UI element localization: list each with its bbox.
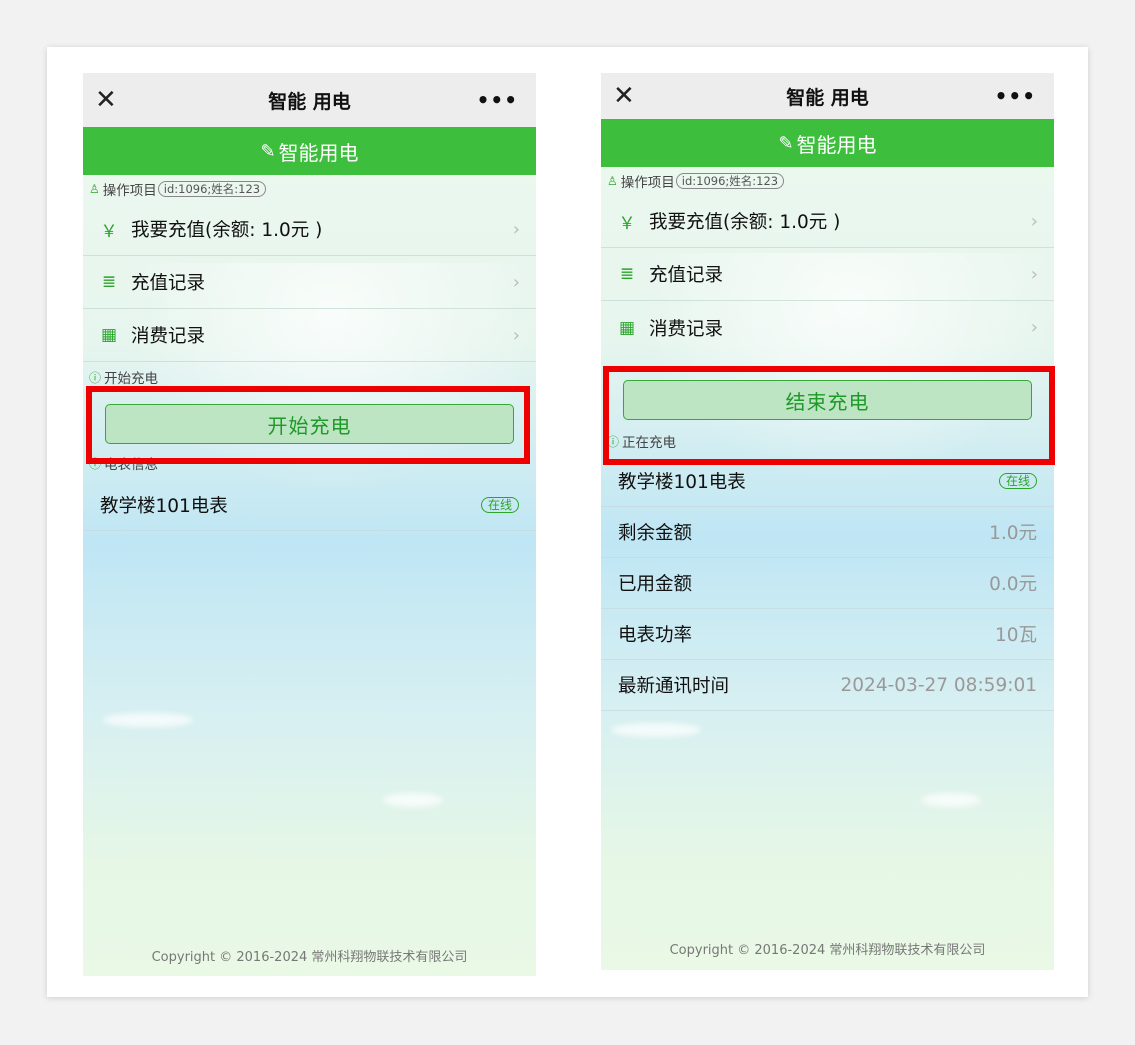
detail-row-last-comm: 最新通讯时间 2024-03-27 08:59:01 xyxy=(601,660,1054,711)
detail-label: 剩余金额 xyxy=(618,523,693,544)
project-section-header: ♙ 操作项目 id:1096;姓名:123 xyxy=(83,175,536,203)
copyright: Copyright © 2016-2024 常州科翔物联技术有限公司 xyxy=(669,943,986,958)
project-label: 操作项目 xyxy=(102,183,157,199)
app-banner: ✎ 智能用电 xyxy=(83,127,536,175)
detail-label: 已用金额 xyxy=(618,574,693,595)
chevron-right-icon: › xyxy=(1030,210,1038,232)
table-icon: ▦ xyxy=(100,325,118,345)
user-icon: ♙ xyxy=(89,182,100,196)
banner-title: 智能用电 xyxy=(278,140,359,165)
chevron-right-icon: › xyxy=(512,271,520,293)
status-badge: 在线 xyxy=(480,496,519,513)
nav-title: 智能 用电 xyxy=(786,86,869,109)
meter-name: 教学楼101电表 xyxy=(618,471,746,493)
detail-label: 电表功率 xyxy=(618,625,693,646)
detail-value: 2024-03-27 08:59:01 xyxy=(840,674,1037,696)
menu-recharge-records[interactable]: ≣ 充值记录 › xyxy=(601,248,1054,301)
meter-row[interactable]: 教学楼101电表 在线 xyxy=(83,479,536,531)
menu-consumption-records[interactable]: ▦ 消费记录 › xyxy=(601,301,1054,354)
clipboard-icon: ≣ xyxy=(619,264,635,284)
project-section-header: ♙ 操作项目 id:1096;姓名:123 xyxy=(601,167,1054,195)
nav-title: 智能 用电 xyxy=(268,90,351,113)
detail-value: 0.0元 xyxy=(989,574,1037,595)
info-icon: ⓘ xyxy=(89,370,102,385)
charge-section-label: 开始充电 xyxy=(104,371,159,387)
yuan-icon: ￥ xyxy=(100,221,118,242)
menu-label: 消费记录 xyxy=(649,318,724,340)
meter-name: 教学楼101电表 xyxy=(100,495,228,517)
status-badge: 在线 xyxy=(998,472,1037,489)
menu-recharge-records[interactable]: ≣ 充值记录 › xyxy=(83,256,536,309)
menu-label: 我要充值(余额: 1.0元 ) xyxy=(649,212,841,233)
highlight-box xyxy=(603,366,1055,465)
detail-label: 最新通讯时间 xyxy=(618,676,730,697)
menu-recharge[interactable]: ￥ 我要充值(余额: 1.0元 ) › xyxy=(601,195,1054,248)
menu-consumption-records[interactable]: ▦ 消费记录 › xyxy=(83,309,536,362)
app-banner: ✎ 智能用电 xyxy=(601,119,1054,167)
table-icon: ▦ xyxy=(618,317,636,338)
more-icon[interactable]: ••• xyxy=(995,73,1036,119)
nav-bar: ✕ 智能 用电 ••• xyxy=(601,73,1054,119)
chevron-right-icon: › xyxy=(1030,317,1038,338)
background-cloud xyxy=(611,723,701,737)
clipboard-icon: ≣ xyxy=(101,272,117,292)
plug-icon: ✎ xyxy=(260,140,276,162)
user-icon: ♙ xyxy=(607,174,618,188)
background-cloud xyxy=(921,793,981,807)
project-id-tag: id:1096;姓名:123 xyxy=(157,181,267,197)
project-id-tag: id:1096;姓名:123 xyxy=(675,173,785,189)
menu-recharge[interactable]: ￥ 我要充值(余额: 1.0元 ) › xyxy=(83,203,536,256)
chevron-right-icon: › xyxy=(512,324,520,346)
highlight-box xyxy=(86,386,530,464)
menu-label: 消费记录 xyxy=(131,326,206,347)
plug-icon: ✎ xyxy=(778,132,794,154)
detail-value: 10瓦 xyxy=(994,625,1037,646)
chevron-right-icon: › xyxy=(1030,263,1038,285)
right-phone-screen: ✕ 智能 用电 ••• ✎ 智能用电 ♙ 操作项目 id:1096;姓名:123… xyxy=(601,73,1054,970)
copyright: Copyright © 2016-2024 常州科翔物联技术有限公司 xyxy=(151,950,468,965)
banner-title: 智能用电 xyxy=(796,132,877,157)
detail-row-power: 电表功率 10瓦 xyxy=(601,609,1054,660)
detail-value: 1.0元 xyxy=(989,523,1037,544)
left-phone-screen: ✕ 智能 用电 ••• ✎ 智能用电 ♙ 操作项目 id:1096;姓名:123… xyxy=(83,73,536,976)
yuan-icon: ￥ xyxy=(618,213,636,234)
menu-label: 充值记录 xyxy=(649,265,724,286)
background-cloud xyxy=(383,793,443,807)
background-cloud xyxy=(103,713,193,727)
detail-row-used: 已用金额 0.0元 xyxy=(601,558,1054,609)
more-icon[interactable]: ••• xyxy=(477,73,518,127)
project-label: 操作项目 xyxy=(620,175,675,191)
nav-bar: ✕ 智能 用电 ••• xyxy=(83,73,536,127)
menu-label: 我要充值(余额: 1.0元 ) xyxy=(131,220,323,241)
detail-row-balance: 剩余金额 1.0元 xyxy=(601,507,1054,558)
chevron-right-icon: › xyxy=(512,218,520,240)
menu-label: 充值记录 xyxy=(131,273,206,294)
